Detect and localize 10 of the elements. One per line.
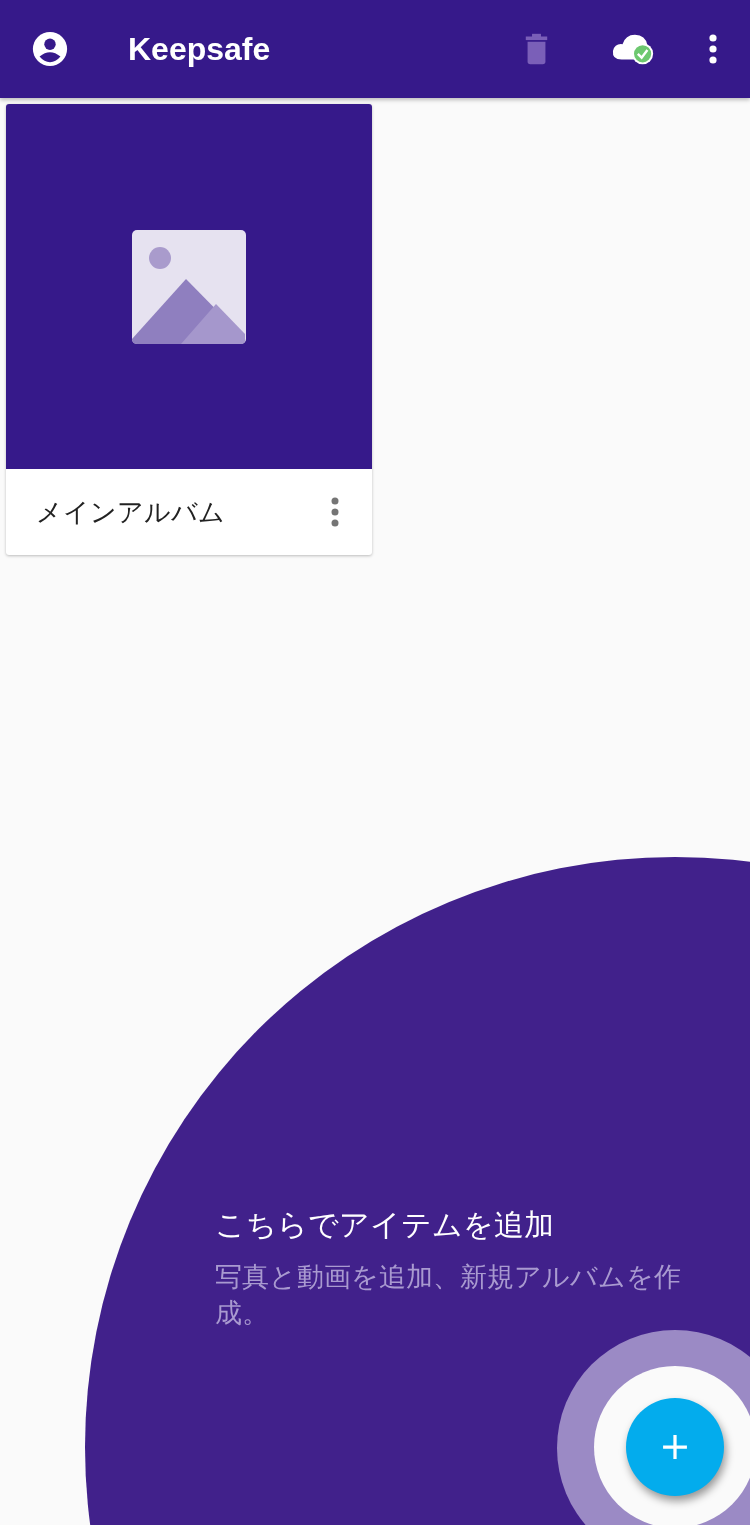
coach-mark-description: 写真と動画を追加、新規アルバムを作成。: [215, 1260, 682, 1330]
image-icon: [131, 228, 247, 345]
account-icon[interactable]: [31, 30, 69, 68]
coach-mark-title: こちらでアイテムを追加: [215, 1206, 555, 1244]
cloud-check-icon[interactable]: [612, 32, 656, 66]
album-card[interactable]: メインアルバム: [6, 104, 372, 555]
album-name: メインアルバム: [36, 495, 225, 529]
plus-icon: [662, 1434, 688, 1460]
more-options-icon[interactable]: [708, 34, 718, 64]
app-title: Keepsafe: [128, 30, 271, 68]
